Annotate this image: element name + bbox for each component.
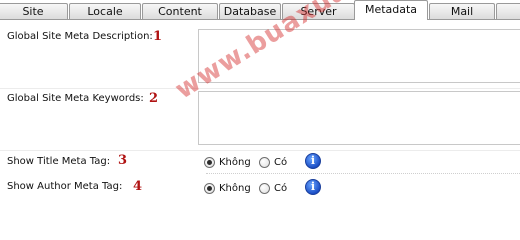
row-separator <box>0 88 520 89</box>
tab-bar-baseline <box>0 19 520 20</box>
tab-content[interactable]: Content <box>142 3 218 19</box>
show-title-yes-radio[interactable] <box>259 157 270 168</box>
keywords-number: 2 <box>149 91 159 106</box>
show-title-no-radio[interactable] <box>204 157 215 168</box>
tab-bar: Site Locale Content Database Server Meta… <box>0 0 520 20</box>
show-title-yes-label[interactable]: Có <box>274 157 287 168</box>
show-author-label: Show Author Meta Tag: <box>7 181 123 192</box>
tab-server[interactable]: Server <box>282 3 355 19</box>
show-title-info-icon[interactable]: i <box>305 153 321 169</box>
show-title-label: Show Title Meta Tag: <box>7 156 111 167</box>
tab-mail[interactable]: Mail <box>429 3 495 19</box>
show-title-no-label[interactable]: Không <box>219 157 251 168</box>
row-separator <box>206 173 520 174</box>
show-author-no-radio[interactable] <box>204 183 215 194</box>
description-label: Global Site Meta Description: <box>7 31 153 42</box>
tab-database[interactable]: Database <box>219 3 281 19</box>
show-author-yes-radio[interactable] <box>259 183 270 194</box>
show-author-info-icon[interactable]: i <box>305 179 321 195</box>
meta-keywords-textarea[interactable] <box>198 91 520 145</box>
description-number: 1 <box>153 29 163 44</box>
tab-site[interactable]: Site <box>0 3 68 19</box>
show-author-yes-label[interactable]: Có <box>274 183 287 194</box>
keywords-label: Global Site Meta Keywords: <box>7 93 144 104</box>
show-title-number: 3 <box>118 153 128 168</box>
tab-metadata[interactable]: Metadata <box>354 0 428 20</box>
meta-description-textarea[interactable] <box>198 29 520 83</box>
show-author-no-label[interactable]: Không <box>219 183 251 194</box>
tab-overflow[interactable] <box>496 3 520 19</box>
tab-locale[interactable]: Locale <box>69 3 141 19</box>
show-author-number: 4 <box>133 179 143 194</box>
row-separator <box>0 150 520 151</box>
